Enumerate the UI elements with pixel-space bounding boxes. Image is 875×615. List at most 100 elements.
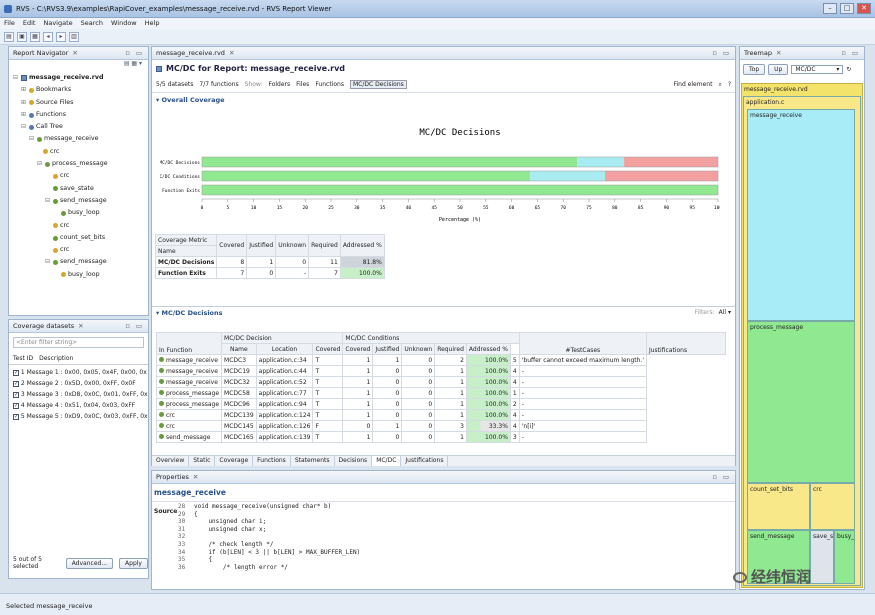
col-location[interactable]: Location: [255, 343, 314, 355]
treemap-cell-process-message[interactable]: process_message: [747, 321, 855, 483]
menu-edit[interactable]: Edit: [23, 18, 36, 29]
layout-icon[interactable]: ▥: [69, 31, 79, 42]
col-name[interactable]: Name: [221, 343, 257, 355]
menu-help[interactable]: Help: [145, 18, 160, 29]
col-coverage-metric[interactable]: Coverage Metric: [154, 234, 218, 246]
table-row[interactable]: process_message MCDC58 application.c:77 T 1 0…: [156, 387, 726, 399]
dataset-row[interactable]: ✓ 2 Message 2 : 0x5D, 0x00, 0xFF, 0x0F: [13, 378, 144, 389]
dataset-row[interactable]: ✓ 5 Message 5 : 0xD9, 0x0C, 0x03, 0xFF, …: [13, 411, 148, 422]
view-controls[interactable]: ▫ ▭: [841, 49, 860, 57]
tab-justifications[interactable]: Justifications: [401, 456, 449, 466]
col-addressed[interactable]: Addressed %: [339, 234, 385, 257]
table-row[interactable]: crc MCDC145 application.c:126 F 0 1 0 3 33.3% 4'n…: [156, 420, 726, 432]
table-row[interactable]: MC/DC Decisions 8 1 0 11 81.8%: [154, 256, 385, 268]
close-icon[interactable]: ✕: [78, 322, 83, 330]
treemap-cell-busy-loop[interactable]: busy_: [834, 530, 855, 584]
table-row[interactable]: crc MCDC139 application.c:124 T 1 0 0 1 100.0% 4-: [156, 409, 726, 421]
table-row[interactable]: message_receive MCDC32 application.c:52 T 1 0…: [156, 376, 726, 388]
tree-item[interactable]: ⊞ Bookmarks: [13, 84, 144, 96]
col-unknown[interactable]: Unknown: [275, 234, 310, 257]
back-icon[interactable]: ◂: [43, 31, 53, 42]
tree-item[interactable]: ⊞ Source Files: [13, 97, 144, 109]
view-controls[interactable]: ▫ ▭: [125, 322, 144, 330]
overall-coverage-heading[interactable]: ▾ Overall Coverage: [152, 93, 735, 107]
refresh-icon[interactable]: ↻: [846, 66, 851, 73]
tab-report-navigator[interactable]: Report Navigator: [13, 49, 68, 57]
mcdc-decisions-heading[interactable]: ▾ MC/DC Decisions: [156, 309, 223, 317]
close-icon[interactable]: ✕: [776, 49, 781, 57]
open-icon[interactable]: ▤: [4, 31, 14, 42]
tab-coverage[interactable]: Coverage: [215, 456, 254, 466]
maximize-button[interactable]: □: [840, 3, 854, 14]
datasets-filter[interactable]: 5/5 datasets: [156, 81, 193, 88]
tab-coverage-datasets[interactable]: Coverage datasets: [13, 322, 74, 330]
tree-item[interactable]: busy_loop: [13, 269, 144, 281]
search-icon[interactable]: ⌕: [718, 81, 721, 89]
tree-item[interactable]: crc: [13, 170, 144, 182]
menu-navigate[interactable]: Navigate: [43, 18, 72, 29]
tree-item[interactable]: save_state: [13, 183, 144, 195]
col-description[interactable]: Description: [39, 354, 73, 364]
filters-select[interactable]: All ▾: [719, 309, 731, 316]
navigator-toolbar[interactable]: ▤ ▦ ▾: [9, 60, 148, 70]
tab-static[interactable]: Static: [189, 456, 216, 466]
print-icon[interactable]: ▦: [30, 31, 40, 42]
col-addressed[interactable]: Addressed %: [465, 343, 511, 355]
col-required[interactable]: Required: [308, 234, 341, 257]
col-test-id[interactable]: Test ID: [13, 354, 33, 364]
tab-statements[interactable]: Statements: [290, 456, 335, 466]
help-icon[interactable]: ?: [728, 81, 731, 88]
filter-input[interactable]: <Enter filter string>: [13, 337, 144, 348]
col-justified[interactable]: Justified: [372, 343, 403, 355]
col-covered[interactable]: Covered: [216, 234, 248, 257]
close-button[interactable]: ✕: [857, 3, 871, 14]
checkbox[interactable]: ✓: [13, 392, 19, 398]
checkbox[interactable]: ✓: [13, 414, 19, 420]
tree-item[interactable]: ⊟ process_message: [13, 158, 144, 170]
tree-item[interactable]: count_set_bits: [13, 232, 144, 244]
col-covered[interactable]: Covered: [312, 343, 344, 355]
tree-item[interactable]: ⊟ Call Tree: [13, 121, 144, 133]
close-icon[interactable]: ✕: [72, 49, 77, 57]
close-icon[interactable]: ✕: [229, 49, 234, 57]
col-testcases[interactable]: #TestCases: [518, 332, 647, 355]
advanced-button[interactable]: Advanced...: [65, 557, 114, 569]
dataset-row[interactable]: ✓ 4 Message 4 : 0x51, 0x04, 0x03, 0xFF: [13, 400, 144, 411]
table-row[interactable]: send_message MCDC165 application.c:139 T 1 0 0…: [156, 431, 726, 443]
col-cond-covered[interactable]: Covered: [342, 343, 374, 355]
col-name[interactable]: Name: [154, 245, 218, 257]
tree-item[interactable]: ⊟ message_receive: [13, 133, 144, 145]
files-toggle[interactable]: Files: [296, 81, 309, 88]
col-justifications[interactable]: Justifications: [645, 332, 726, 355]
checkbox[interactable]: ✓: [13, 403, 19, 409]
table-row[interactable]: process_message MCDC96 application.c:94 T 1 0…: [156, 398, 726, 410]
top-button[interactable]: Top: [743, 64, 766, 75]
apply-button[interactable]: Apply: [119, 557, 148, 569]
tab-mcdc[interactable]: MC/DC: [372, 456, 402, 466]
menu-window[interactable]: Window: [111, 18, 137, 29]
treemap-mode-select[interactable]: MC/DC ▾: [791, 65, 844, 74]
up-button[interactable]: Up: [768, 64, 789, 75]
treemap-cell-message-receive[interactable]: message_receive: [747, 109, 855, 321]
checkbox[interactable]: ✓: [13, 381, 19, 387]
tab-functions[interactable]: Functions: [253, 456, 291, 466]
tree-item[interactable]: ⊟ message_receive.rvd: [13, 72, 144, 84]
view-controls[interactable]: ▫ ▭: [125, 49, 144, 57]
folders-toggle[interactable]: Folders: [268, 81, 290, 88]
table-row[interactable]: message_receive MCDC3 application.c:34 T 1 1 0…: [156, 354, 726, 366]
mcdc-decisions-toggle[interactable]: MC/DC Decisions: [349, 80, 407, 89]
tab-decisions[interactable]: Decisions: [334, 456, 373, 466]
tab-treemap[interactable]: Treemap: [744, 49, 772, 57]
col-justified[interactable]: Justified: [246, 234, 277, 257]
tree-item[interactable]: ⊟ send_message: [13, 256, 144, 268]
close-icon[interactable]: ✕: [193, 473, 198, 481]
tab-properties[interactable]: Properties: [156, 473, 189, 481]
functions-filter[interactable]: 7/7 functions: [199, 81, 238, 88]
dataset-row[interactable]: ✓ 3 Message 3 : 0xD8, 0x0C, 0x01, 0xFF, …: [13, 389, 148, 400]
treemap-cell-crc[interactable]: crc: [810, 483, 855, 530]
forward-icon[interactable]: ▸: [56, 31, 66, 42]
col-in-function[interactable]: In Function: [156, 332, 223, 355]
table-row[interactable]: message_receive MCDC19 application.c:44 T 1 0…: [156, 365, 726, 377]
tree-item[interactable]: ⊞ Functions: [13, 109, 144, 121]
col-unknown[interactable]: Unknown: [401, 343, 436, 355]
